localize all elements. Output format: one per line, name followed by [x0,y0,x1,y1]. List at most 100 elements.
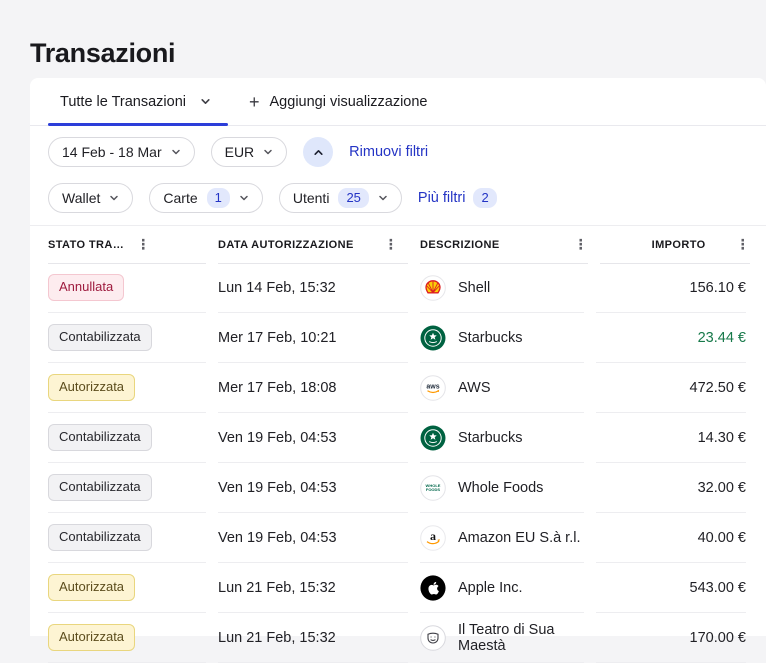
column-header-description-label: DESCRIZIONE [420,239,500,251]
collapse-filters-button[interactable] [303,137,333,167]
cards-count-badge: 1 [207,188,230,208]
merchant-name: Starbucks [458,430,522,446]
status-badge: Annullata [48,274,124,300]
currency-filter[interactable]: EUR [211,137,288,167]
table-row[interactable]: Contabilizzata Mer 17 Feb, 10:21 Starbuc… [30,313,766,363]
table-row[interactable]: Autorizzata Mer 17 Feb, 18:08 aws AWS 47… [30,363,766,413]
chevron-down-icon [109,193,119,203]
date-cell: Lun 21 Feb, 15:32 [218,563,408,613]
date-cell: Mer 17 Feb, 18:08 [218,363,408,413]
shell-icon [420,275,446,301]
amount-value: 23.44 € [596,313,746,363]
tab-all-transactions[interactable]: Tutte le Transazioni [48,78,223,125]
status-cell: Autorizzata [48,613,206,663]
column-header-date: DATA AUTORIZZAZIONE ⋮ [218,226,408,264]
table-row[interactable]: Contabilizzata Ven 19 Feb, 04:53 a Amazo… [30,513,766,563]
svg-text:a: a [430,528,436,542]
more-filters-link[interactable]: Più filtri 2 [418,188,497,208]
table-header: STATO TRA… ⋮ DATA AUTORIZZAZIONE ⋮ DESCR… [30,226,766,263]
users-count-badge: 25 [338,188,368,208]
remove-filters-link[interactable]: Rimuovi filtri [349,144,428,160]
column-menu-icon[interactable]: ⋮ [736,238,750,252]
chevron-down-icon [378,193,388,203]
table-row[interactable]: Autorizzata Lun 21 Feb, 15:32 Apple Inc.… [30,563,766,613]
active-tab-underline [48,123,228,126]
description-cell: Il Teatro di Sua Maestà [420,613,584,663]
date-cell: Ven 19 Feb, 04:53 [218,513,408,563]
wallet-filter[interactable]: Wallet [48,183,133,213]
merchant-name: Amazon EU S.à r.l. [458,530,581,546]
amount-value: 40.00 € [596,513,746,563]
view-bar: Tutte le Transazioni + Aggiungi visualiz… [30,78,766,126]
add-view-button[interactable]: + Aggiungi visualizzazione [249,93,428,111]
svg-text:aws: aws [426,383,439,390]
date-cell: Ven 19 Feb, 04:53 [218,413,408,463]
table-row[interactable]: Annullata Lun 14 Feb, 15:32 Shell 156.10… [30,263,766,313]
status-badge: Contabilizzata [48,324,152,350]
users-filter[interactable]: Utenti 25 [279,183,402,213]
status-cell: Autorizzata [48,363,206,413]
merchant-name: Shell [458,280,490,296]
wallet-label: Wallet [62,190,100,206]
amazon-icon: a [420,525,446,551]
status-badge: Contabilizzata [48,424,152,450]
date-cell: Ven 19 Feb, 04:53 [218,463,408,513]
column-menu-icon[interactable]: ⋮ [574,238,588,252]
apple-icon [420,575,446,601]
tab-label: Tutte le Transazioni [60,94,186,110]
column-menu-icon[interactable]: ⋮ [136,238,150,252]
status-cell: Contabilizzata [48,413,206,463]
users-label: Utenti [293,190,330,206]
status-badge: Contabilizzata [48,524,152,550]
column-header-description: DESCRIZIONE ⋮ [420,226,588,264]
status-badge: Autorizzata [48,574,135,600]
description-cell: a Amazon EU S.à r.l. [420,513,584,563]
chevron-down-icon [171,147,181,157]
description-cell: Apple Inc. [420,563,584,613]
filter-row-2: Wallet Carte 1 Utenti 25 Più fi [48,183,748,213]
column-menu-icon[interactable]: ⋮ [384,238,398,252]
column-header-amount: IMPORTO ⋮ [600,226,750,264]
status-cell: Contabilizzata [48,513,206,563]
table-body: Annullata Lun 14 Feb, 15:32 Shell 156.10… [30,263,766,663]
description-cell: aws AWS [420,363,584,413]
status-cell: Contabilizzata [48,313,206,363]
cards-filter[interactable]: Carte 1 [149,183,262,213]
amount-value: 32.00 € [596,463,746,513]
theatre-icon [420,625,446,651]
amount-value: 156.10 € [596,263,746,313]
date-range-label: 14 Feb - 18 Mar [62,144,162,160]
date-cell: Lun 21 Feb, 15:32 [218,613,408,663]
status-cell: Annullata [48,263,206,313]
description-cell: Starbucks [420,313,584,363]
column-header-amount-label: IMPORTO [652,239,706,251]
merchant-name: Starbucks [458,330,522,346]
description-cell: Shell [420,263,584,313]
date-cell: Lun 14 Feb, 15:32 [218,263,408,313]
status-badge: Contabilizzata [48,474,152,500]
date-range-filter[interactable]: 14 Feb - 18 Mar [48,137,195,167]
status-cell: Autorizzata [48,563,206,613]
chevron-down-icon [200,96,211,107]
more-filters-count-badge: 2 [473,188,496,208]
date-cell: Mer 17 Feb, 10:21 [218,313,408,363]
column-header-status-label: STATO TRA… [48,239,124,251]
column-header-date-label: DATA AUTORIZZAZIONE [218,239,354,251]
description-cell: Starbucks [420,413,584,463]
starbucks-icon [420,425,446,451]
status-badge: Autorizzata [48,374,135,400]
add-view-label: Aggiungi visualizzazione [270,94,428,110]
description-cell: WHOLEFOODS Whole Foods [420,463,584,513]
table-row[interactable]: Autorizzata Lun 21 Feb, 15:32 Il Teatro … [30,613,766,663]
page-title: Transazioni [30,38,175,69]
cards-label: Carte [163,190,197,206]
merchant-name: Whole Foods [458,480,543,496]
table-row[interactable]: Contabilizzata Ven 19 Feb, 04:53 Starbuc… [30,413,766,463]
table-row[interactable]: Contabilizzata Ven 19 Feb, 04:53 WHOLEFO… [30,463,766,513]
status-cell: Contabilizzata [48,463,206,513]
chevron-down-icon [263,147,273,157]
chevron-up-icon [313,147,324,158]
amount-value: 543.00 € [596,563,746,613]
svg-text:FOODS: FOODS [426,487,441,492]
plus-icon: + [249,93,260,111]
